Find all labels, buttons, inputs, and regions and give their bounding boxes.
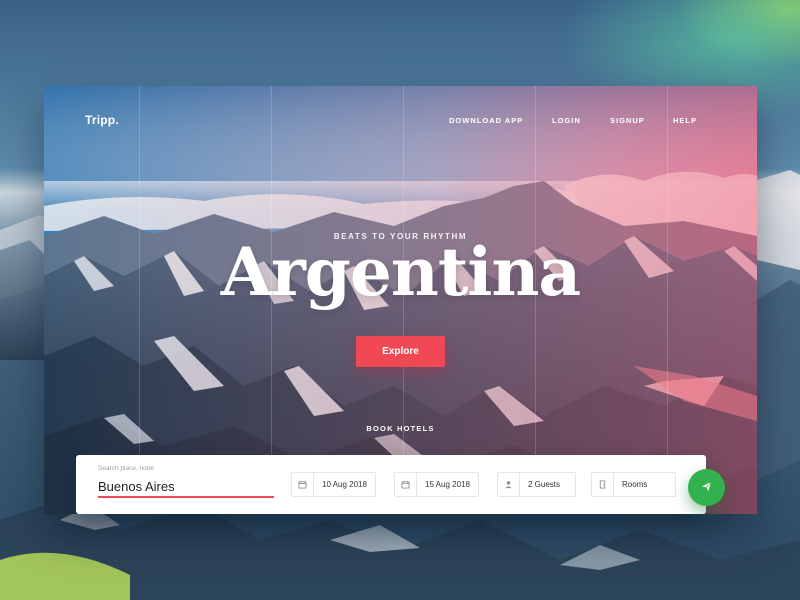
guests-value: 2 Guests — [528, 480, 561, 489]
calendar-icon — [395, 473, 417, 496]
guests-field[interactable]: 2 Guests — [497, 472, 576, 497]
checkin-date: 10 Aug 2018 — [322, 480, 367, 489]
search-hint: Search place, hotel — [98, 465, 154, 472]
checkin-date-field[interactable]: 10 Aug 2018 — [291, 472, 376, 497]
book-hotels-label: BOOK HOTELS — [366, 424, 435, 433]
rooms-field[interactable]: Rooms — [591, 472, 676, 497]
search-submit-button[interactable] — [688, 469, 725, 506]
hero-card: Tripp. DOWNLOAD APP LOGIN SIGNUP HELP BE… — [44, 86, 757, 514]
checkout-date-field[interactable]: 15 Aug 2018 — [394, 472, 479, 497]
rooms-value: Rooms — [622, 480, 648, 489]
nav-signup[interactable]: SIGNUP — [610, 116, 645, 125]
checkout-date: 15 Aug 2018 — [425, 480, 470, 489]
explore-button[interactable]: Explore — [356, 336, 445, 367]
top-nav: DOWNLOAD APP LOGIN SIGNUP HELP — [44, 116, 757, 128]
person-icon — [498, 473, 520, 496]
door-icon — [592, 473, 614, 496]
hero-title: Argentina — [220, 233, 581, 311]
nav-login[interactable]: LOGIN — [552, 116, 581, 125]
nav-download-app[interactable]: DOWNLOAD APP — [449, 116, 523, 125]
booking-bar: Search place, hotel 10 Aug 2018 15 Aug 2… — [76, 455, 706, 514]
nav-help[interactable]: HELP — [673, 116, 697, 125]
search-input[interactable] — [98, 476, 274, 496]
send-icon — [701, 480, 712, 495]
search-field: Search place, hotel — [98, 465, 274, 499]
search-underline — [98, 496, 274, 498]
calendar-icon — [292, 473, 314, 496]
